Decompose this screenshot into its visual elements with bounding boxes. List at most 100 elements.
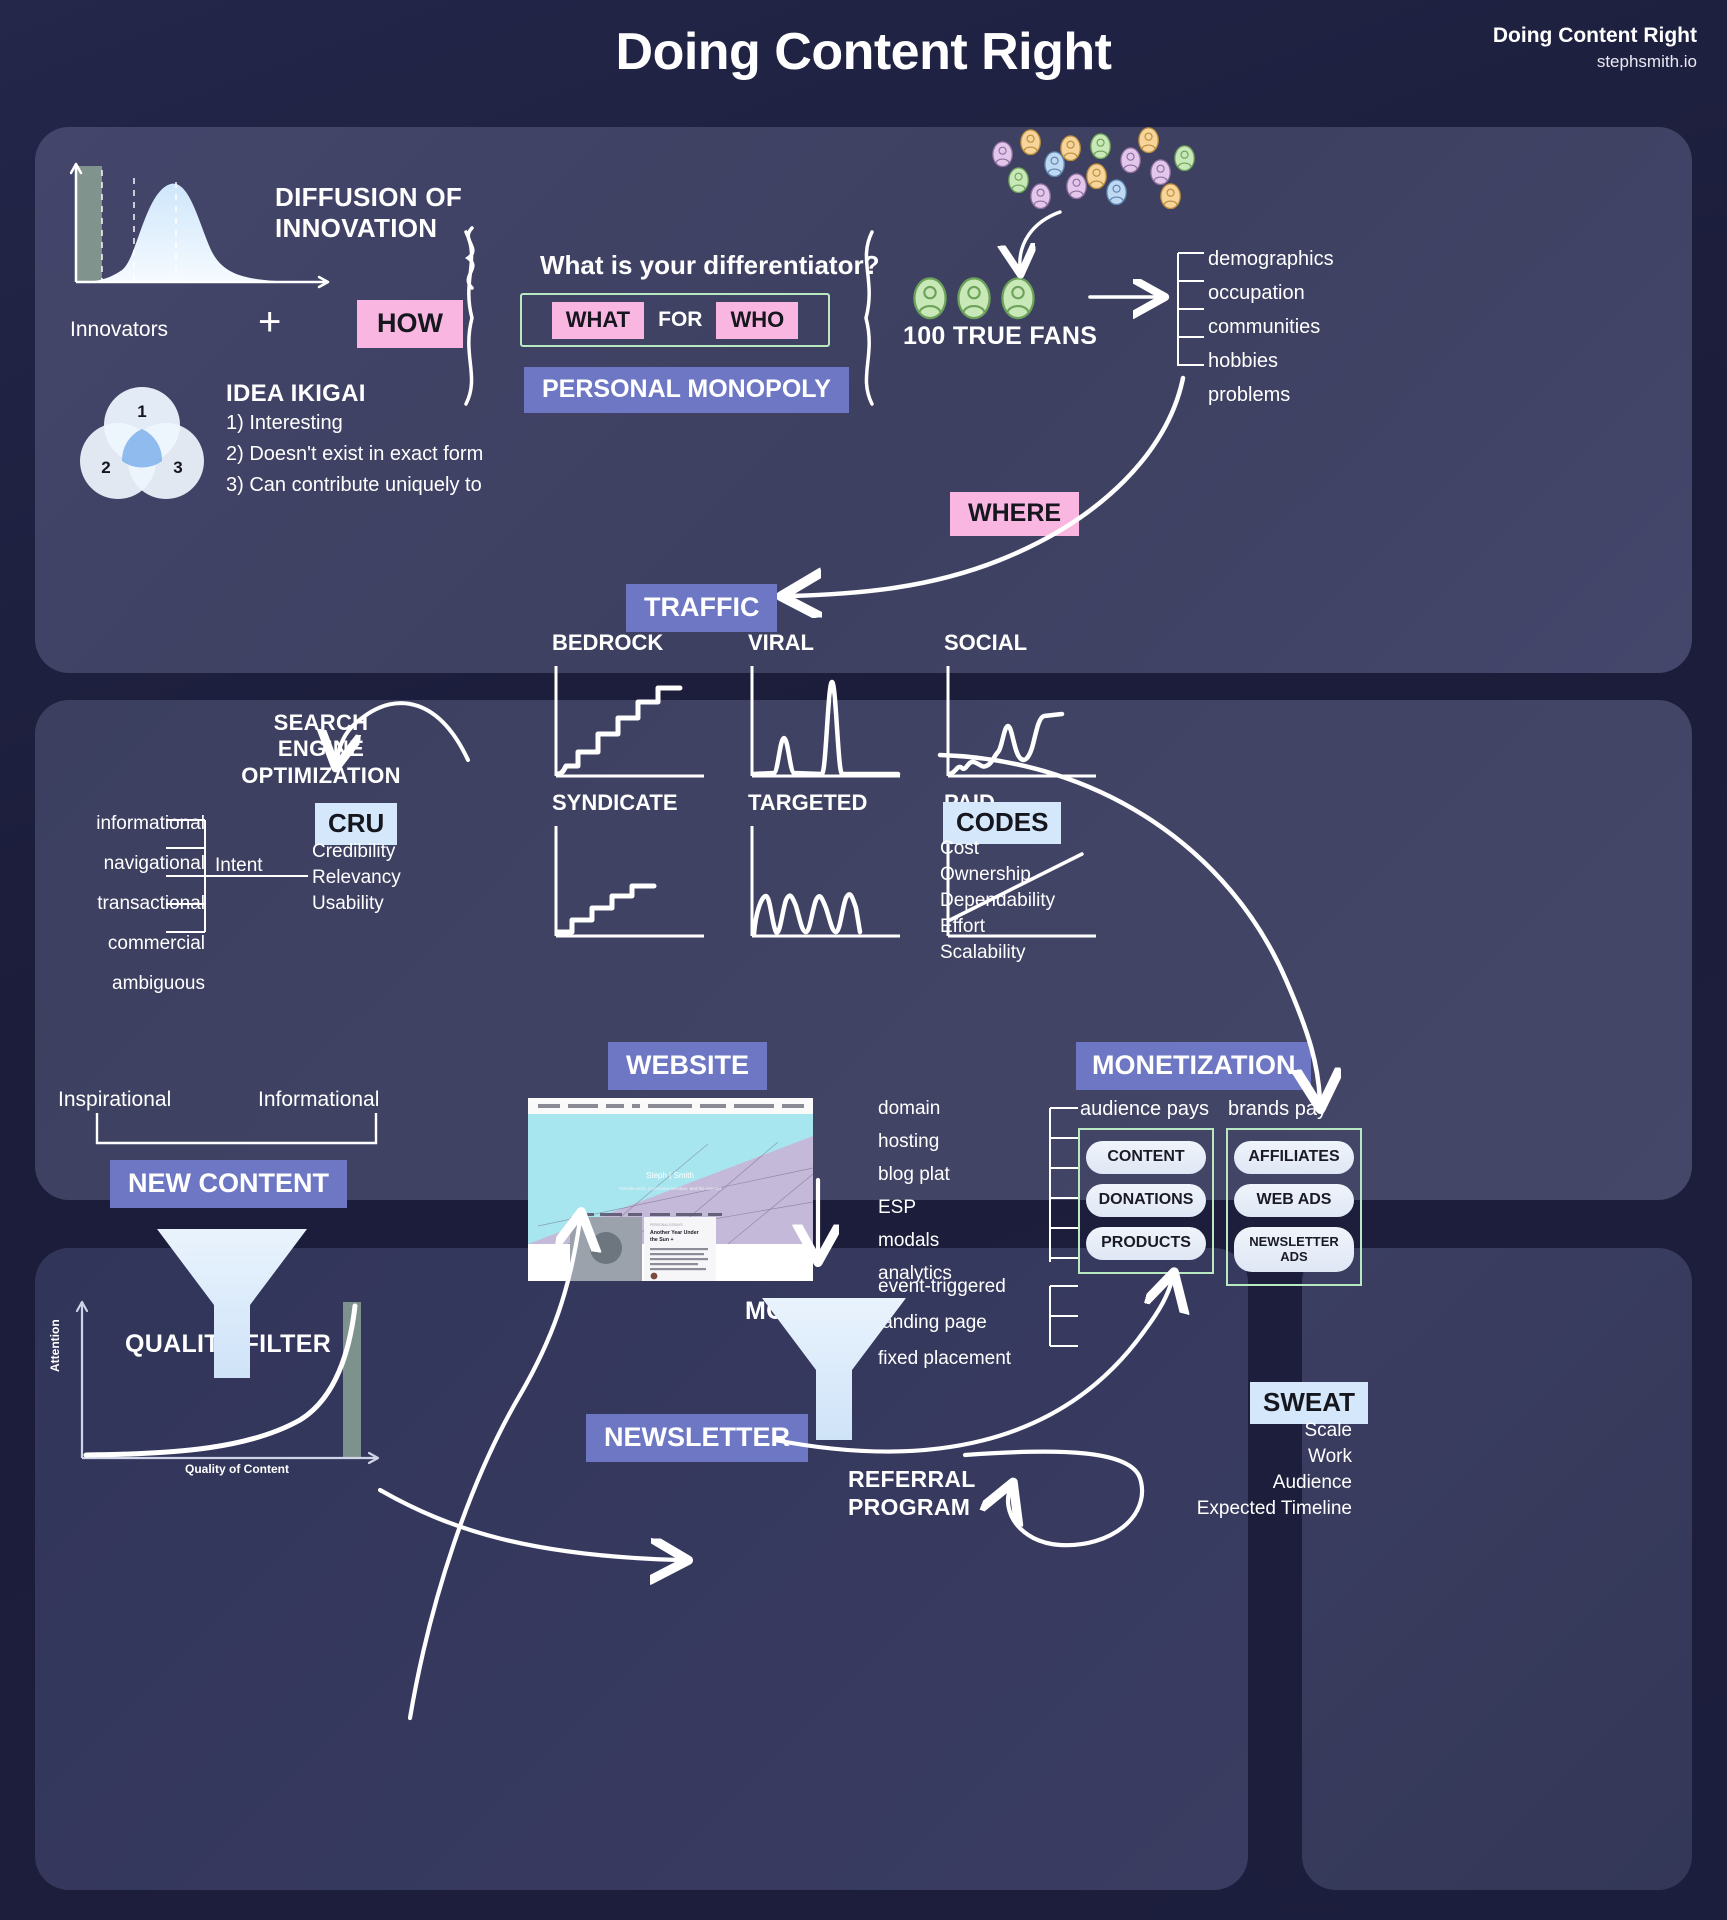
- modal-item: fixed placement: [878, 1348, 1012, 1369]
- seo-label: SEARCH ENGINE OPTIMIZATION: [241, 710, 401, 788]
- brands-pay-label: brands pay: [1228, 1098, 1327, 1120]
- social-sparkline: [946, 666, 1096, 778]
- traffic-pill: TRAFFIC: [626, 584, 778, 632]
- fan-avatar-icon: [1174, 145, 1195, 172]
- ikigai-item: 2) Doesn't exist in exact form: [226, 443, 484, 465]
- modals-label: MODALS: [745, 1297, 856, 1325]
- brand-site: stephsmith.io: [1596, 52, 1697, 71]
- intent-label: Intent: [215, 855, 263, 876]
- fan-avatar-icon: [1160, 183, 1181, 210]
- new-content-pill: NEW CONTENT: [110, 1160, 347, 1208]
- ikigai-venn-diagram: 1 2 3: [80, 387, 204, 499]
- sweat-list: Scale Work Audience Expected Timeline: [1150, 1420, 1352, 1524]
- money-chip-newsletter-ads: NEWSLETTER ADS: [1234, 1227, 1354, 1272]
- svg-text:2: 2: [101, 458, 110, 477]
- chart-syndicate: SYNDICATE: [552, 790, 710, 951]
- what-pill: WHAT: [551, 301, 645, 339]
- chart-title: TARGETED: [748, 790, 868, 815]
- svg-text:Another Year Under: Another Year Under: [650, 1230, 699, 1236]
- true-fan-avatar-icon: [913, 277, 947, 320]
- sweat-pill: SWEAT: [1250, 1382, 1368, 1424]
- sweat-item: Work: [1308, 1446, 1352, 1467]
- segment-item: problems: [1208, 384, 1291, 406]
- sweat-item: Audience: [1272, 1472, 1352, 1493]
- personal-monopoly-pill: PERSONAL MONOPOLY: [524, 367, 849, 413]
- viral-sparkline: [750, 666, 901, 778]
- money-chip-products: PRODUCTS: [1086, 1227, 1206, 1260]
- money-chip-affiliates: AFFILIATES: [1234, 1141, 1354, 1174]
- ikigai-item: 1) Interesting: [226, 412, 343, 434]
- attention-axis-label: Attention: [48, 1319, 62, 1372]
- chart-social: SOCIAL: [944, 630, 1102, 791]
- brands-pay-box: AFFILIATES WEB ADS NEWSLETTER ADS: [1226, 1128, 1362, 1286]
- intent-item: informational: [96, 813, 205, 834]
- fan-avatar-icon: [1044, 151, 1065, 178]
- codes-item: Cost: [940, 838, 980, 859]
- bedrock-sparkline: [554, 666, 704, 778]
- fan-avatar-icon: [1150, 159, 1171, 186]
- ikigai-list: 1) Interesting 2) Doesn't exist in exact…: [226, 412, 483, 505]
- fan-avatar-icon: [1030, 183, 1051, 210]
- fan-avatar-icon: [1106, 179, 1127, 206]
- modal-item: event-triggered: [878, 1276, 1006, 1297]
- where-pill: WHERE: [950, 492, 1080, 536]
- svg-text:the Sun +: the Sun +: [650, 1237, 674, 1243]
- audience-pays-label: audience pays: [1080, 1098, 1209, 1120]
- site-item: domain: [878, 1098, 941, 1119]
- differentiator-box: WHAT FOR WHO: [520, 293, 830, 347]
- targeted-sparkline: [750, 826, 900, 938]
- hundred-true-fans-label: 100 TRUE FANS: [903, 322, 1098, 350]
- cru-item: Usability: [312, 893, 384, 914]
- fan-avatar-icon: [992, 141, 1013, 168]
- fan-avatar-icon: [1008, 167, 1029, 194]
- chart-targeted: TARGETED: [748, 790, 906, 951]
- codes-item: Dependability: [940, 890, 1056, 911]
- sweat-item: Expected Timeline: [1196, 1498, 1352, 1519]
- informational-label: Informational: [258, 1088, 380, 1111]
- fan-avatar-icon: [1086, 163, 1107, 190]
- monetization-panel: [1302, 1248, 1692, 1890]
- segment-item: demographics: [1208, 248, 1334, 270]
- ikigai-title: IDEA IKIGAI: [226, 380, 366, 407]
- sweat-item: Scale: [1304, 1420, 1352, 1441]
- inspirational-label: Inspirational: [58, 1088, 172, 1111]
- site-item: hosting: [878, 1131, 940, 1152]
- cru-list: Credibility Relevancy Usability: [312, 841, 401, 919]
- svg-text:Remote work, continuous iterat: Remote work, continuous iteration, and t…: [619, 1186, 722, 1191]
- audience-pays-box: CONTENT DONATIONS PRODUCTS: [1078, 1128, 1214, 1274]
- segment-item: hobbies: [1208, 350, 1279, 372]
- cru-pill: CRU: [315, 803, 398, 845]
- plus-sign: +: [258, 300, 282, 344]
- svg-text:Steph | Smith: Steph | Smith: [646, 1171, 694, 1180]
- referral-program-label: REFERRAL PROGRAM: [848, 1466, 976, 1520]
- brand-title: Doing Content Right: [1492, 24, 1697, 47]
- monetization-pill: MONETIZATION: [1076, 1042, 1312, 1090]
- chart-title: VIRAL: [748, 630, 814, 655]
- fan-avatar-icon: [1120, 147, 1141, 174]
- fan-avatar-icon: [1060, 135, 1081, 162]
- who-pill: WHO: [716, 301, 799, 339]
- codes-item: Scalability: [940, 942, 1026, 963]
- codes-list: Cost Ownership Dependability Effort Scal…: [940, 838, 1055, 968]
- innovators-label: Innovators: [70, 318, 169, 341]
- svg-text:1: 1: [137, 402, 146, 421]
- how-pill: HOW: [357, 300, 463, 348]
- fans-cloud-icons: [992, 127, 1195, 210]
- fan-avatar-icon: [1090, 133, 1111, 160]
- codes-item: Effort: [940, 916, 986, 937]
- syndicate-sparkline: [554, 826, 704, 938]
- brand-block: Doing Content Right stephsmith.io: [1493, 24, 1697, 72]
- differentiator-question: What is your differentiator?: [540, 250, 880, 280]
- intent-item: navigational: [103, 853, 205, 874]
- chart-viral: VIRAL: [748, 630, 906, 791]
- modal-type-list: event-triggered landing page fixed place…: [878, 1276, 1011, 1384]
- fan-avatar-icon: [1066, 173, 1087, 200]
- website-screenshot-mock: Steph | Smith Remote work, continuous it…: [528, 1098, 813, 1281]
- chart-bedrock: BEDROCK: [552, 630, 710, 791]
- fan-avatar-icon: [1138, 127, 1159, 154]
- money-chip-content: CONTENT: [1086, 1141, 1206, 1174]
- codes-item: Ownership: [940, 864, 1031, 885]
- segment-item: occupation: [1208, 282, 1305, 304]
- intent-item: commercial: [107, 933, 205, 954]
- cru-item: Relevancy: [312, 867, 401, 888]
